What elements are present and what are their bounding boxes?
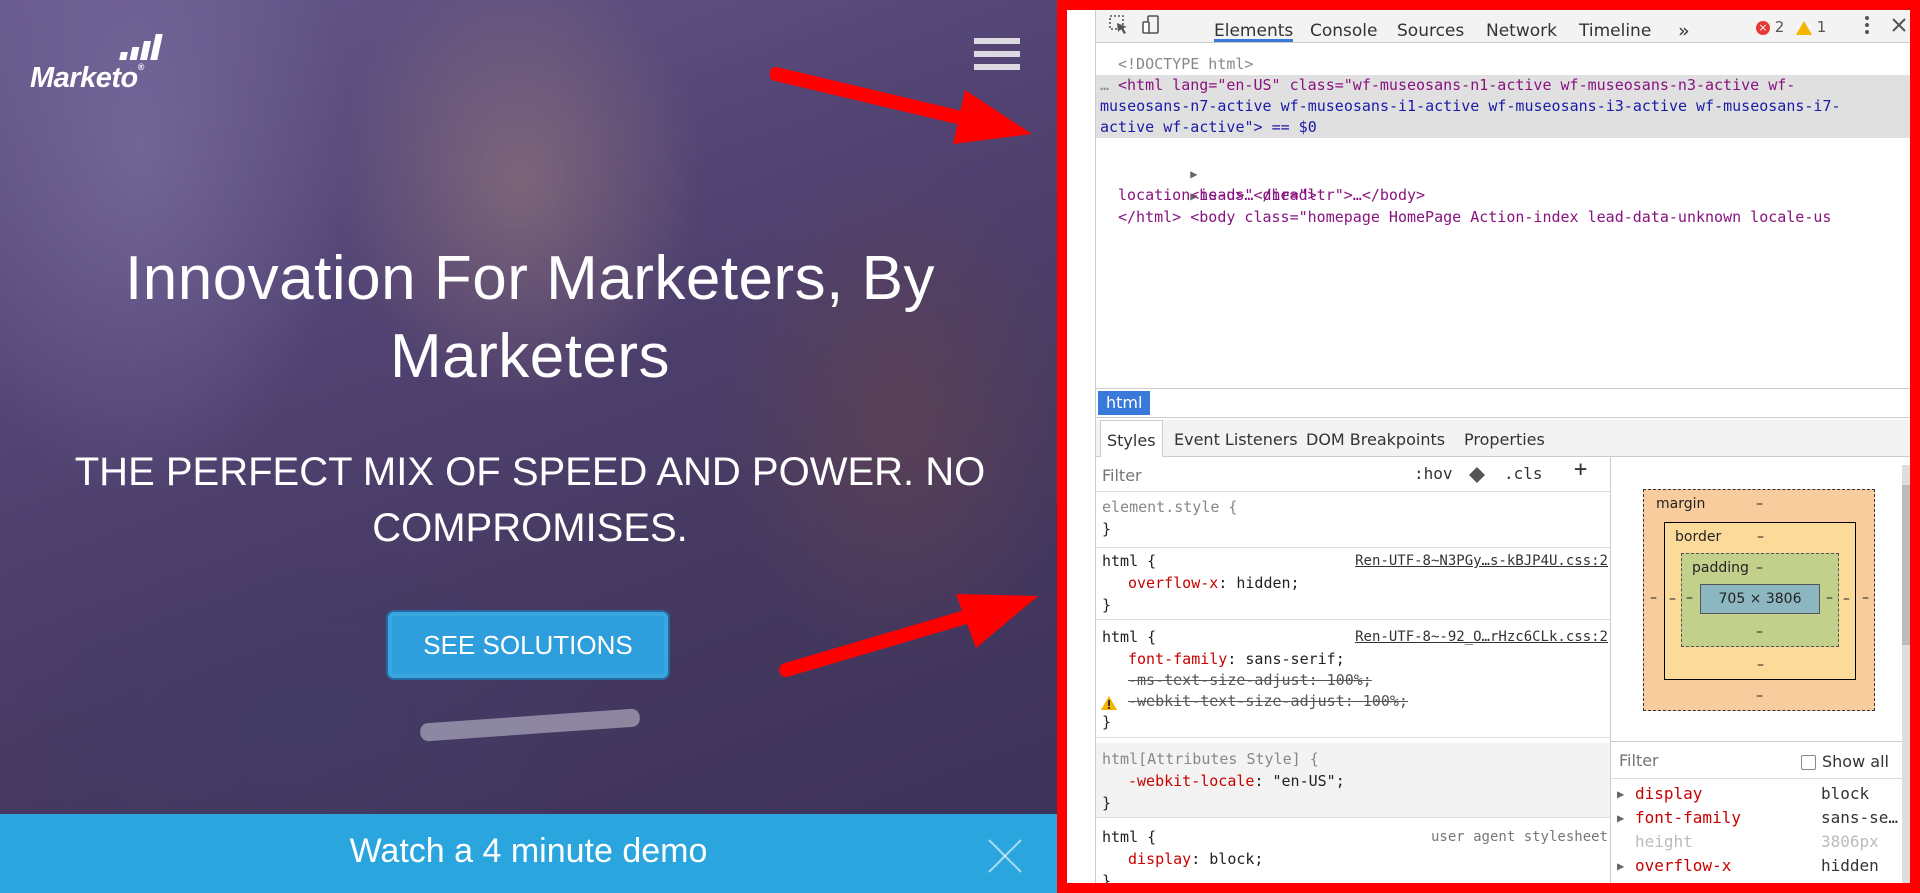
styles-filter-input[interactable] <box>1100 463 1404 487</box>
dom-html-close[interactable]: </html> <box>1118 207 1910 228</box>
element-classes-icon[interactable] <box>1468 466 1486 484</box>
annotation-arrow-bottom <box>779 594 1038 677</box>
hov-toggle[interactable]: :hov <box>1414 463 1453 484</box>
devtools-panel: Elements Console Sources Network Timelin… <box>1057 0 1920 893</box>
computed-property-row[interactable]: width 705px <box>1617 878 1906 883</box>
box-model-border[interactable]: border – – – – padding – – – – 705 × 380… <box>1664 522 1856 680</box>
more-tabs-icon[interactable]: » <box>1678 10 1690 42</box>
logo-registered-mark: ® <box>137 62 145 72</box>
tab-console[interactable]: Console <box>1310 10 1378 42</box>
rule-user-agent: html { user agent stylesheet display: bl… <box>1102 828 1608 890</box>
dom-html-node[interactable]: … <html lang="en-US" class="wf-museosans… <box>1096 75 1910 138</box>
computed-property-row[interactable]: height 3806px <box>1617 830 1906 854</box>
cls-toggle[interactable]: .cls <box>1504 463 1543 484</box>
tab-dom-breakpoints[interactable]: DOM Breakpoints <box>1306 420 1445 456</box>
rule-attributes-style: html[Attributes Style] { -webkit-locale:… <box>1096 743 1610 818</box>
computed-property-row[interactable]: ▶ display block <box>1617 782 1906 806</box>
expand-triangle-icon[interactable]: ▶ <box>1617 806 1624 830</box>
close-icon[interactable] <box>985 836 1025 876</box>
expand-triangle-icon[interactable]: ▶ <box>1617 782 1624 806</box>
box-model-margin[interactable]: margin – – – – border – – – – padding – … <box>1643 489 1875 711</box>
rule-html-2: html { Ren-UTF-8~-92_O…rHzc6CLk.css:2 fo… <box>1096 625 1610 738</box>
see-solutions-button[interactable]: SEE SOLUTIONS <box>388 612 668 678</box>
rule-element-style: element.style { } <box>1096 495 1610 548</box>
add-rule-button[interactable]: + <box>1574 459 1587 481</box>
warning-count[interactable]: 1 <box>1796 18 1826 36</box>
tab-timeline[interactable]: Timeline <box>1579 10 1651 42</box>
warning-count-value: 1 <box>1816 18 1827 36</box>
hero-subheadline: THE PERFECT MIX OF SPEED AND POWER. NO C… <box>74 450 986 550</box>
rule-source-link[interactable]: Ren-UTF-8~-92_O…rHzc6CLk.css:2 <box>1355 627 1608 648</box>
warning-icon <box>1101 696 1117 710</box>
computed-property-row[interactable]: ▶ font-family sans-se… <box>1617 806 1906 830</box>
rule-html-1: html { Ren-UTF-8~N3PGy…s-kBJP4U.css:2 ov… <box>1096 549 1610 620</box>
dom-body-line2: location-is-us" dir="ltr">…</body> <box>1118 186 1426 204</box>
rule-source-link[interactable]: Ren-UTF-8~N3PGy…s-kBJP4U.css:2 <box>1355 551 1608 572</box>
dom-html-line3: active wf-active"> == $0 <box>1100 118 1317 136</box>
warning-icon <box>1796 20 1812 35</box>
close-devtools-icon[interactable] <box>1888 14 1910 36</box>
error-icon: × <box>1756 20 1770 35</box>
show-all-checkbox[interactable]: Show all <box>1801 750 1889 774</box>
kebab-menu-icon[interactable] <box>1856 14 1878 36</box>
dom-doctype[interactable]: <!DOCTYPE html> <box>1118 54 1910 75</box>
hero-headline: Innovation For Marketers, By Marketers <box>125 244 935 391</box>
expand-triangle-icon[interactable]: ▶ <box>1617 854 1624 878</box>
inspect-element-icon[interactable] <box>1108 14 1130 36</box>
demo-banner[interactable]: Watch a 4 minute demo <box>0 814 1057 893</box>
logo-bars-icon <box>119 34 163 60</box>
tab-styles[interactable]: Styles <box>1100 420 1163 457</box>
marketo-logo[interactable]: Marketo® <box>30 34 170 94</box>
devtools-toolbar: Elements Console Sources Network Timelin… <box>1096 10 1910 43</box>
website-preview: Marketo® Innovation For Marketers, By Ma… <box>0 0 1057 893</box>
box-model-diagram: margin – – – – border – – – – padding – … <box>1611 457 1910 741</box>
tab-event-listeners[interactable]: Event Listeners <box>1174 420 1298 456</box>
tab-properties[interactable]: Properties <box>1464 420 1545 456</box>
error-count-value: 2 <box>1774 18 1785 36</box>
computed-filter-input[interactable] <box>1617 750 1771 771</box>
user-agent-label: user agent stylesheet <box>1430 829 1608 845</box>
computed-property-row[interactable]: ▶ overflow-x hidden <box>1617 854 1906 878</box>
annotation-arrow-top <box>770 67 1032 144</box>
styles-scrollbar[interactable] <box>1902 465 1910 883</box>
computed-styles-pane: Show all ▶displayblock ▶font-familysans-… <box>1611 741 1910 883</box>
device-mode-icon[interactable] <box>1140 14 1162 36</box>
dom-tree: <!DOCTYPE html> … <html lang="en-US" cla… <box>1096 54 1910 384</box>
dom-html-line1: <html lang="en-US" class="wf-museosans-n… <box>1118 76 1796 94</box>
breadcrumb: html <box>1096 388 1910 418</box>
error-count[interactable]: × 2 <box>1756 18 1784 36</box>
tab-elements[interactable]: Elements <box>1214 10 1294 42</box>
styles-pane: :hov .cls + element.style { } html { Ren… <box>1096 457 1611 883</box>
logo-text: Marketo <box>30 62 138 94</box>
tab-network[interactable]: Network <box>1486 10 1557 42</box>
tab-sources[interactable]: Sources <box>1397 10 1464 42</box>
sidebar-tabs: Styles Event Listeners DOM Breakpoints P… <box>1096 420 1910 457</box>
box-model-content[interactable]: 705 × 3806 <box>1700 584 1820 614</box>
checkbox-icon <box>1801 755 1816 770</box>
demo-banner-text[interactable]: Watch a 4 minute demo <box>0 832 1057 871</box>
breadcrumb-html[interactable]: html <box>1098 391 1151 415</box>
box-model-padding[interactable]: padding – – – – 705 × 3806 <box>1681 553 1839 647</box>
dom-html-line2: museosans-n7-active wf-museosans-i1-acti… <box>1100 97 1841 115</box>
